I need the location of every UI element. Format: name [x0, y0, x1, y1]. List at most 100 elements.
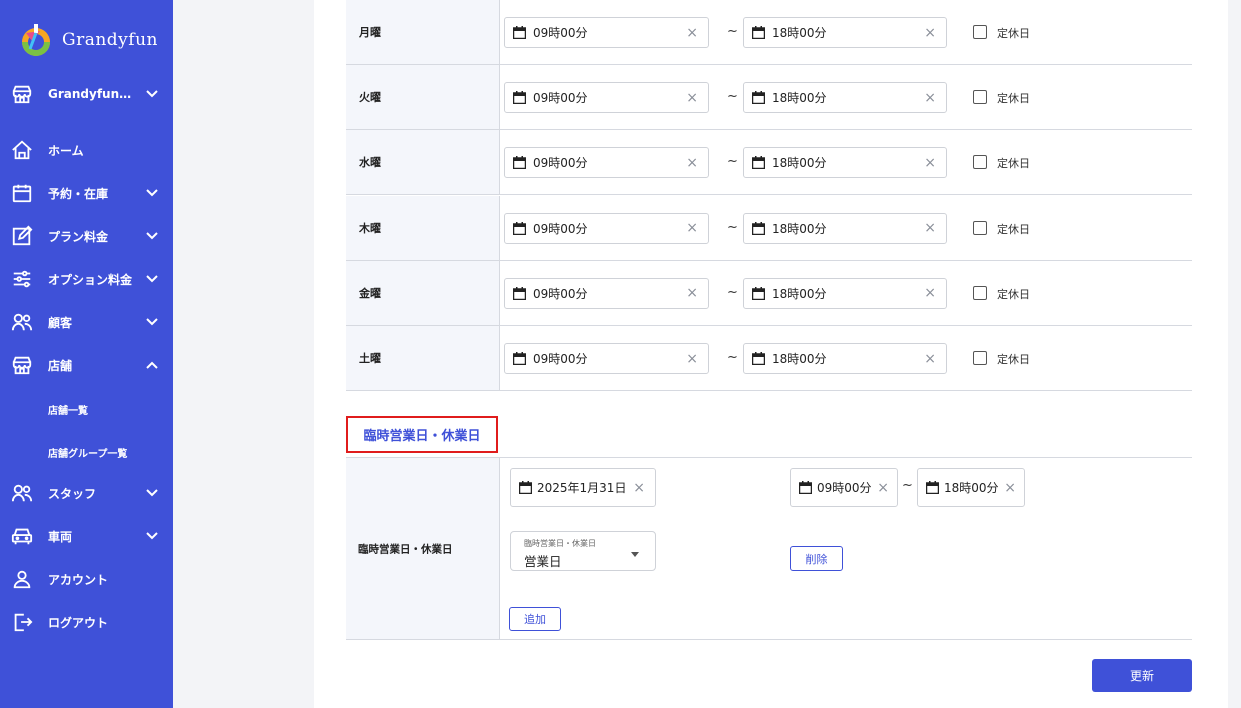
start-time-field[interactable]: 09時00分 × [504, 277, 709, 309]
clear-icon[interactable]: × [924, 90, 936, 106]
end-time-field[interactable]: 18時00分 × [743, 82, 947, 114]
clear-icon[interactable]: × [924, 155, 936, 171]
holiday-checkbox[interactable] [973, 155, 987, 170]
start-time-field[interactable]: 09時00分 × [504, 82, 709, 114]
time-value: 18時00分 [772, 352, 827, 366]
temporary-days-block: 臨時営業日・休業日 [346, 457, 1192, 640]
calendar-icon [513, 221, 526, 235]
holiday-checkbox-label: 定休日 [997, 353, 1030, 366]
holiday-checkbox[interactable] [973, 351, 987, 365]
clear-icon[interactable]: × [877, 480, 889, 496]
end-time-field[interactable]: 18時00分 × [743, 277, 947, 309]
chevron-down-icon [145, 529, 159, 543]
clear-icon[interactable]: × [686, 220, 698, 236]
section-title-text: 臨時営業日・休業日 [363, 429, 481, 444]
clear-icon[interactable]: × [924, 351, 936, 367]
update-button[interactable]: 更新 [1092, 659, 1192, 692]
sidebar-subitem-store-list[interactable]: 店舗一覧 [48, 402, 88, 417]
chevron-down-icon [145, 87, 159, 101]
holiday-checkbox[interactable] [973, 90, 987, 105]
start-time-field[interactable]: 09時00分 × [504, 343, 709, 374]
sidebar-item-staff[interactable]: スタッフ [0, 475, 173, 511]
store-icon [10, 82, 34, 106]
sidebar-subitem-store-group-list[interactable]: 店舗グループ一覧 [48, 445, 127, 460]
sidebar-item-label: スタッフ [48, 486, 97, 501]
start-time-field[interactable]: 09時00分 × [504, 17, 709, 48]
clear-icon[interactable]: × [924, 220, 936, 236]
clear-icon[interactable]: × [686, 285, 698, 301]
clear-icon[interactable]: × [633, 480, 645, 496]
weekday-label: 土曜 [359, 352, 381, 365]
time-value: 18時00分 [772, 221, 827, 236]
temporary-type-value: 営業日 [524, 554, 562, 569]
temporary-end-time-field[interactable]: 18時00分 × [917, 468, 1025, 507]
brand-logo[interactable]: Grandyfun [16, 20, 158, 60]
weekday-header: 木曜 [346, 195, 500, 260]
users-icon [10, 481, 34, 505]
time-range-separator: ~ [727, 24, 738, 39]
calendar-icon [10, 181, 34, 205]
sidebar-item-plan-prices[interactable]: プラン料金 [0, 218, 173, 254]
holiday-checkbox[interactable] [973, 220, 987, 235]
sidebar-item-stores[interactable]: 店舗 [0, 347, 173, 383]
weekday-header: 火曜 [346, 65, 500, 130]
chevron-down-icon [145, 272, 159, 286]
temporary-type-label: 臨時営業日・休業日 [524, 539, 596, 548]
weekday-label: 金曜 [359, 286, 381, 300]
holiday-checkbox[interactable] [973, 25, 987, 39]
time-value: 09時00分 [533, 221, 588, 236]
calendar-icon [513, 352, 526, 365]
logo-icon [16, 21, 54, 59]
chevron-down-icon [145, 229, 159, 243]
weekday-header: 月曜 [346, 0, 500, 64]
add-button[interactable]: 追加 [509, 607, 561, 631]
clear-icon[interactable]: × [686, 25, 698, 41]
temporary-row-header: 臨時営業日・休業日 [346, 458, 500, 639]
sidebar-item-logout[interactable]: ログアウト [0, 604, 173, 640]
calendar-icon [752, 286, 765, 300]
sidebar-item-label: アカウント [48, 572, 109, 587]
delete-button[interactable]: 削除 [790, 546, 843, 571]
sidebar-item-account[interactable]: アカウント [0, 561, 173, 597]
start-time-field[interactable]: 09時00分 × [504, 212, 709, 244]
clear-icon[interactable]: × [686, 155, 698, 171]
sidebar-item-label: オプション料金 [48, 272, 133, 287]
holiday-checkbox[interactable] [973, 285, 987, 300]
end-time-field[interactable]: 18時00分 × [743, 343, 947, 374]
clear-icon[interactable]: × [1004, 480, 1016, 496]
sidebar-item-home[interactable]: ホーム [0, 132, 173, 168]
calendar-icon [519, 481, 532, 494]
end-time-field[interactable]: 18時00分 × [743, 147, 947, 179]
time-value: 09時00分 [533, 286, 588, 301]
calendar-icon [513, 286, 526, 300]
clear-icon[interactable]: × [686, 351, 698, 367]
users-icon [10, 310, 34, 334]
clear-icon[interactable]: × [924, 285, 936, 301]
sidebar-item-vehicles[interactable]: 車両 [0, 518, 173, 554]
start-time-field[interactable]: 09時00分 × [504, 147, 709, 179]
sidebar-item-label: プラン料金 [48, 229, 109, 244]
store-selector[interactable]: Grandyfun… [0, 76, 173, 112]
holiday-checkbox-label: 定休日 [997, 222, 1030, 236]
holiday-checkbox-label: 定休日 [997, 157, 1030, 171]
weekday-label: 水曜 [359, 156, 381, 170]
weekday-label: 火曜 [359, 91, 381, 105]
section-title-temporary: 臨時営業日・休業日 [346, 416, 498, 453]
sidebar-item-option-prices[interactable]: オプション料金 [0, 261, 173, 297]
clear-icon[interactable]: × [924, 25, 936, 41]
calendar-icon [513, 156, 526, 170]
calendar-icon [926, 481, 939, 494]
sidebar-item-customers[interactable]: 顧客 [0, 304, 173, 340]
temporary-type-select[interactable]: 臨時営業日・休業日 営業日 [510, 531, 656, 571]
calendar-icon [752, 221, 765, 235]
car-icon [10, 524, 34, 548]
end-time-field[interactable]: 18時00分 × [743, 17, 947, 48]
temporary-date-field[interactable]: 2025年1月31日 × [510, 468, 656, 507]
temporary-date-value: 2025年1月31日 [537, 481, 627, 495]
end-time-field[interactable]: 18時00分 × [743, 212, 947, 244]
temporary-start-time-field[interactable]: 09時00分 × [790, 468, 898, 507]
holiday-checkbox-label: 定休日 [997, 92, 1030, 106]
clear-icon[interactable]: × [686, 90, 698, 106]
sidebar-item-reservations[interactable]: 予約・在庫 [0, 175, 173, 211]
sidebar-item-label: 予約・在庫 [48, 186, 109, 201]
